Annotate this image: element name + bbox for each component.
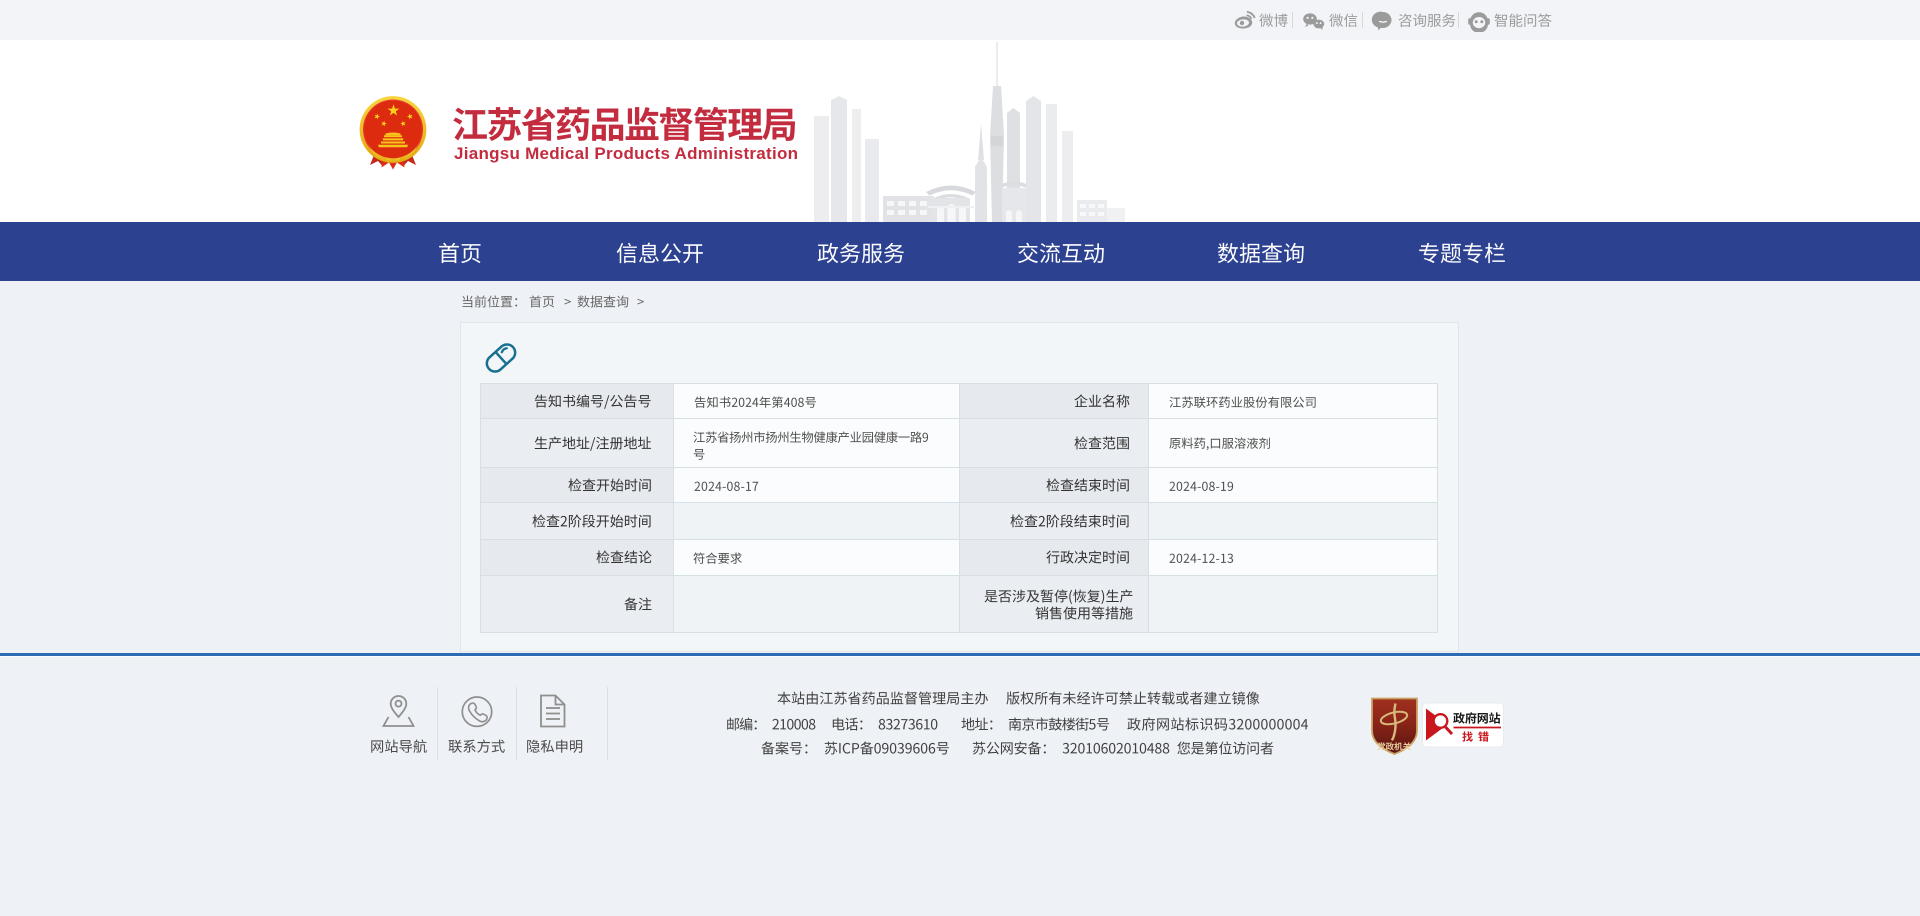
svg-text:Jiangsu Medical Products Admin: Jiangsu Medical Products Administration xyxy=(454,144,798,163)
